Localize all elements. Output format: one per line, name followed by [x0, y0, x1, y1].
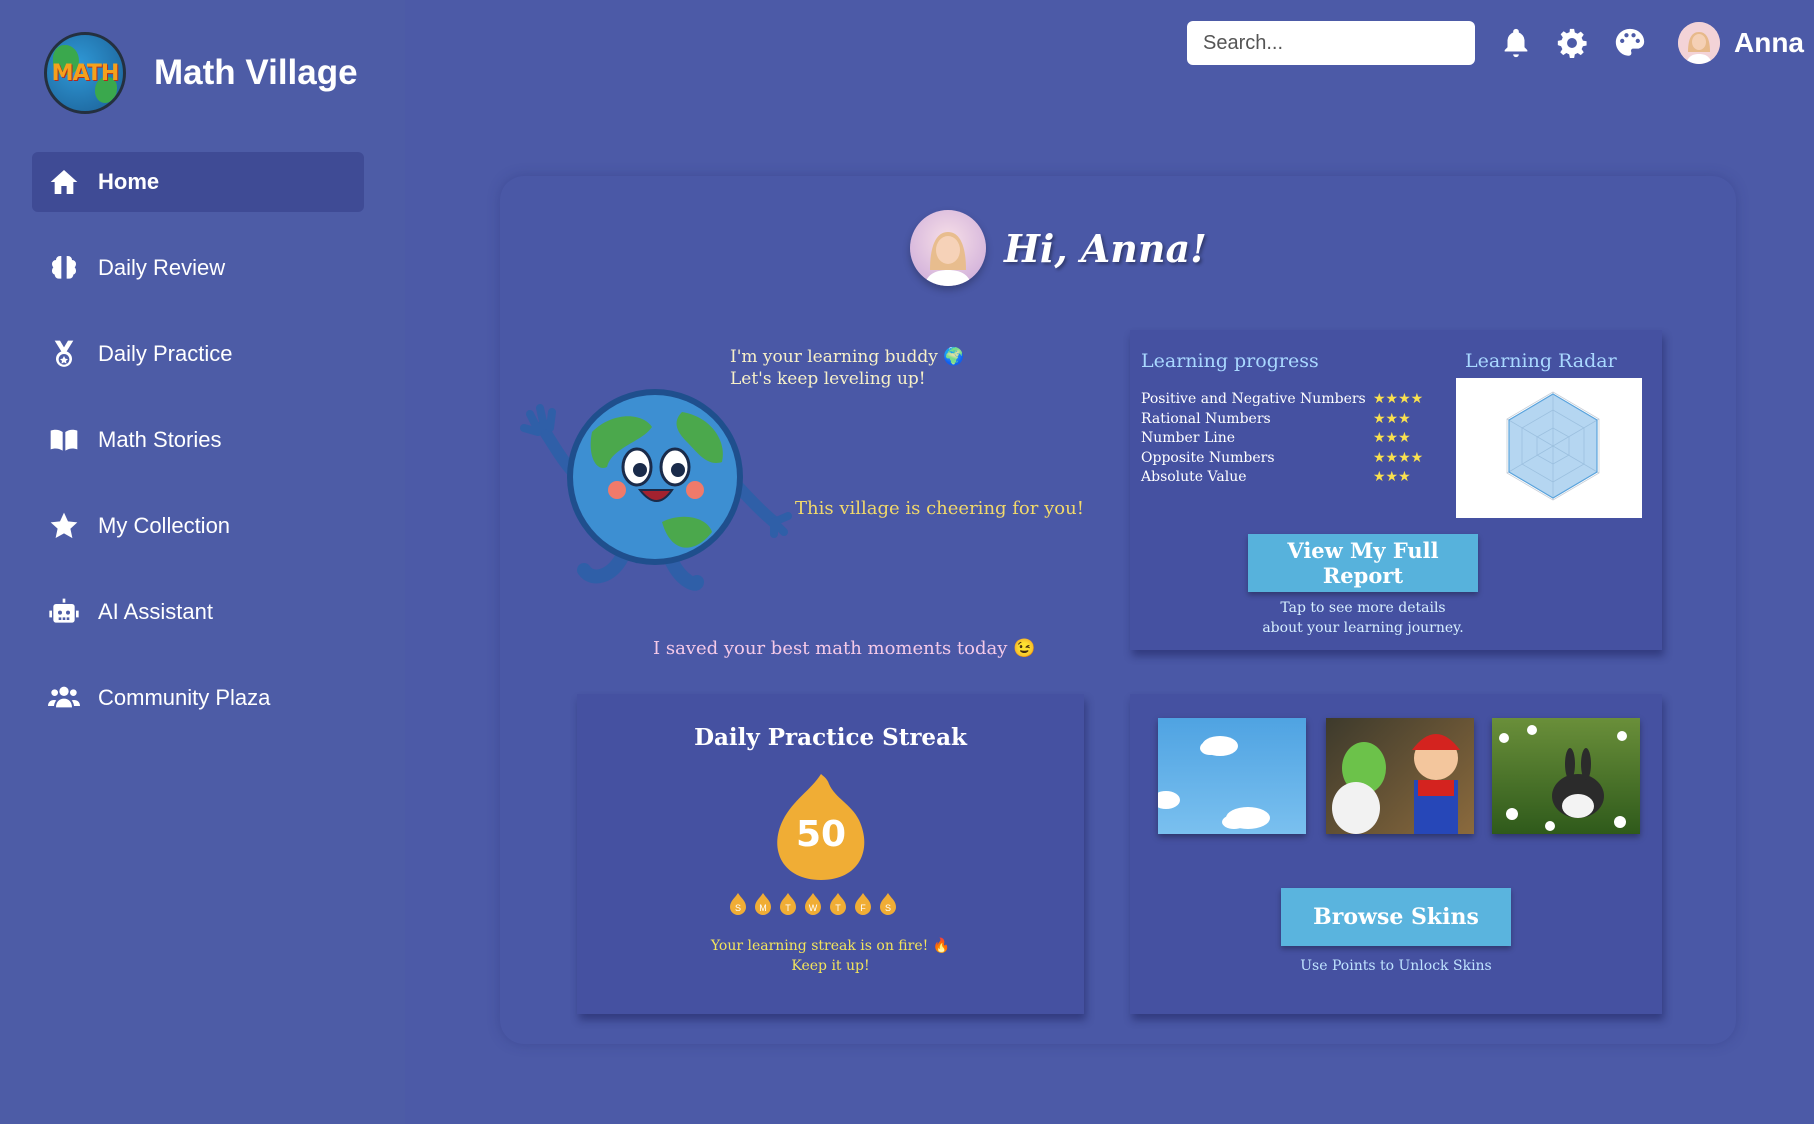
sidebar-item-math-stories[interactable]: Math Stories [32, 410, 364, 470]
daily-practice-streak-panel: Daily Practice Streak 50 S M T W T F S Y… [577, 694, 1084, 1014]
list-item: Rational Numbers ★★★ [1141, 410, 1431, 430]
learning-progress-panel: Learning progress Learning Radar Positiv… [1130, 330, 1662, 650]
robot-icon [46, 594, 82, 630]
sidebar-item-label: Home [98, 169, 160, 194]
svg-text:F: F [860, 903, 866, 913]
list-item: Absolute Value ★★★ [1141, 468, 1431, 488]
skins-panel: Browse Skins Use Points to Unlock Skins [1130, 694, 1662, 1014]
sidebar-item-home[interactable]: Home [32, 152, 364, 212]
learning-radar-title: Learning Radar [1465, 350, 1617, 372]
app-title: Math Village [154, 53, 358, 92]
bell-icon[interactable] [1499, 26, 1533, 60]
stars: ★★★ [1373, 430, 1411, 446]
buddy-line-1: I'm your learning buddy 🌍 [730, 347, 965, 367]
sidebar-item-label: My Collection [98, 513, 231, 538]
earth-mascot-illustration [520, 389, 792, 591]
day-flame-wednesday: W [802, 892, 824, 916]
day-flame-thursday: T [827, 892, 849, 916]
skin-toys-thumbnail[interactable] [1326, 718, 1474, 834]
sidebar-item-label: Daily Practice [98, 341, 233, 366]
sidebar-item-ai-assistant[interactable]: AI Assistant [32, 582, 364, 642]
stars: ★★★★ [1373, 449, 1424, 466]
brain-icon [46, 250, 82, 286]
svg-text:T: T [785, 903, 791, 913]
svg-text:S: S [735, 903, 741, 913]
home-icon [46, 164, 82, 200]
sidebar-item-daily-practice[interactable]: Daily Practice [32, 324, 364, 384]
skin-sky-thumbnail[interactable] [1158, 718, 1306, 834]
user-avatar-large [910, 210, 986, 286]
cheer-text: This village is cheering for you! [795, 498, 1084, 519]
sidebar-item-label: AI Assistant [98, 599, 213, 624]
sidebar-item-label: Daily Review [98, 255, 226, 280]
list-item: Number Line ★★★ [1141, 429, 1431, 449]
brand[interactable]: MATH Math Village [44, 32, 358, 114]
streak-message: Your learning streak is on fire! 🔥 Keep … [710, 938, 951, 974]
browse-skins-subtext: Use Points to Unlock Skins [1300, 958, 1492, 974]
users-icon [46, 680, 82, 716]
skill-list: Positive and Negative Numbers ★★★★ Ration… [1141, 390, 1431, 488]
gear-icon[interactable] [1555, 26, 1589, 60]
day-flame-tuesday: T [777, 892, 799, 916]
learning-progress-title: Learning progress [1141, 350, 1319, 372]
stars: ★★★ [1373, 410, 1411, 427]
day-flame-sunday: S [727, 892, 749, 916]
search-input[interactable] [1187, 21, 1475, 65]
sidebar-item-community-plaza[interactable]: Community Plaza [32, 668, 364, 728]
sidebar: MATH Math Village Home Daily Review Dail… [0, 0, 405, 1124]
sidebar-item-my-collection[interactable]: My Collection [32, 496, 364, 556]
medal-icon [46, 336, 82, 372]
greeting-text: Hi, Anna! [1004, 225, 1207, 271]
user-name[interactable]: Anna [1734, 27, 1804, 59]
sidebar-item-label: Community Plaza [98, 685, 271, 710]
report-subtext: Tap to see more details about your learn… [1262, 600, 1464, 636]
user-avatar[interactable] [1678, 22, 1720, 64]
saved-moments-text: I saved your best math moments today 😉 [653, 638, 1036, 659]
day-flame-friday: F [852, 892, 874, 916]
star-icon [46, 508, 82, 544]
svg-text:T: T [835, 903, 841, 913]
streak-days: S M T W T F S [727, 892, 899, 916]
list-item: Positive and Negative Numbers ★★★★ [1141, 390, 1431, 410]
sidebar-nav: Home Daily Review Daily Practice Math St… [32, 152, 364, 754]
book-icon [46, 422, 82, 458]
browse-skins-button[interactable]: Browse Skins [1281, 888, 1511, 946]
streak-count: 50 [795, 814, 847, 855]
sidebar-item-daily-review[interactable]: Daily Review [32, 238, 364, 298]
svg-text:M: M [759, 903, 767, 913]
svg-text:S: S [885, 903, 891, 913]
day-flame-saturday: S [877, 892, 899, 916]
stars: ★★★★ [1373, 391, 1424, 407]
math-globe-logo: MATH [44, 32, 126, 114]
skin-bunny-thumbnail[interactable] [1492, 718, 1640, 834]
list-item: Opposite Numbers ★★★★ [1141, 449, 1431, 469]
palette-icon[interactable] [1613, 26, 1647, 60]
sidebar-item-label: Math Stories [98, 427, 222, 452]
streak-title: Daily Practice Streak [694, 724, 967, 751]
view-full-report-button[interactable]: View My Full Report [1248, 534, 1478, 592]
svg-text:W: W [809, 903, 818, 913]
day-flame-monday: M [752, 892, 774, 916]
stars: ★★★ [1373, 469, 1411, 485]
learning-radar-chart[interactable] [1456, 378, 1642, 518]
greeting: Hi, Anna! [910, 210, 1207, 286]
